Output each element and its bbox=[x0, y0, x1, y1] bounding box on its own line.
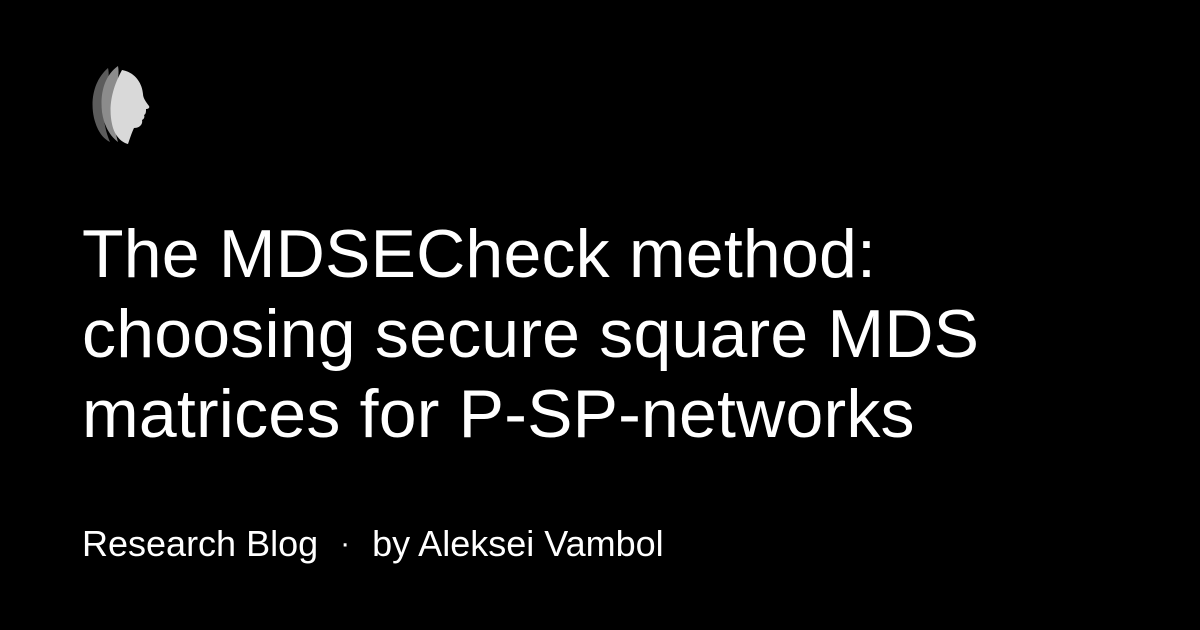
post-title: The MDSECheck method: choosing secure sq… bbox=[82, 214, 1142, 454]
og-card: The MDSECheck method: choosing secure sq… bbox=[0, 0, 1200, 630]
post-title-line-1: The MDSECheck method: bbox=[82, 216, 877, 292]
category-label: Research Blog bbox=[82, 523, 319, 564]
post-title-line-3: matrices for P-SP-networks bbox=[82, 376, 915, 452]
meta-separator: · bbox=[340, 527, 351, 560]
post-meta: Research Blog · by Aleksei Vambol bbox=[82, 522, 664, 566]
logo bbox=[88, 62, 152, 146]
profile-silhouette-icon bbox=[92, 66, 150, 144]
author-byline: by Aleksei Vambol bbox=[372, 523, 664, 564]
post-title-line-2: choosing secure square MDS bbox=[82, 296, 980, 372]
